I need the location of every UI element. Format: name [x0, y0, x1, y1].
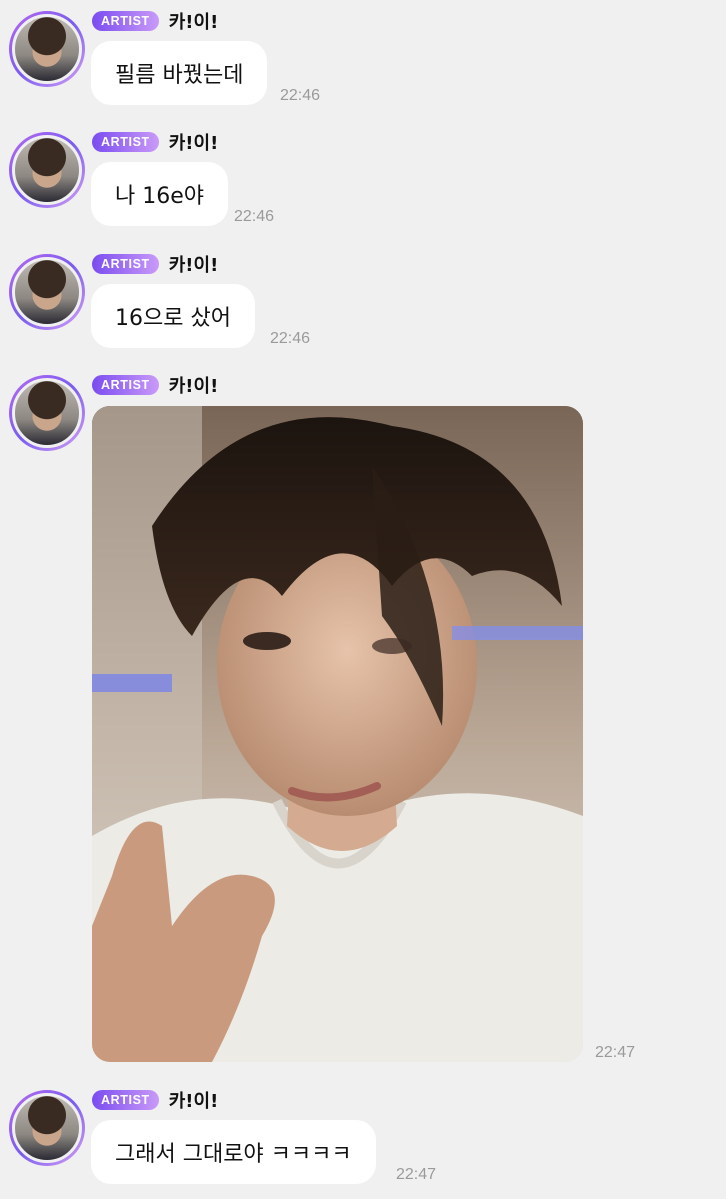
message-bubble[interactable]: 그래서 그대로야 ㅋㅋㅋㅋ	[91, 1120, 376, 1184]
avatar[interactable]	[9, 254, 85, 330]
avatar-photo	[12, 378, 82, 448]
sender-name[interactable]: 카!이!	[169, 8, 219, 34]
message-time: 22:47	[396, 1166, 437, 1183]
selfie-photo	[92, 406, 583, 1062]
sender-name[interactable]: 카!이!	[169, 129, 219, 155]
message-time: 22:47	[595, 1044, 636, 1061]
artist-badge: ARTIST	[92, 254, 159, 274]
message-header: ARTIST 카!이!	[92, 1087, 219, 1113]
message-header: ARTIST 카!이!	[92, 251, 219, 277]
avatar[interactable]	[9, 375, 85, 451]
photo-message[interactable]	[92, 406, 583, 1062]
sender-name[interactable]: 카!이!	[169, 1087, 219, 1113]
artist-badge: ARTIST	[92, 375, 159, 395]
message-header: ARTIST 카!이!	[92, 8, 219, 34]
message-time: 22:46	[280, 87, 321, 104]
message-header: ARTIST 카!이!	[92, 372, 219, 398]
avatar[interactable]	[9, 11, 85, 87]
avatar[interactable]	[9, 1090, 85, 1166]
sender-name[interactable]: 카!이!	[169, 372, 219, 398]
artist-badge: ARTIST	[92, 132, 159, 152]
message-time: 22:46	[270, 330, 311, 347]
message-bubble[interactable]: 필름 바꿨는데	[91, 41, 268, 105]
avatar-photo	[12, 14, 82, 84]
sender-name[interactable]: 카!이!	[169, 251, 219, 277]
message-bubble[interactable]: 16으로 샀어	[91, 284, 255, 348]
avatar-photo	[12, 135, 82, 205]
chat-thread: ARTIST 카!이! 필름 바꿨는데 22:46 ARTIST 카!이! 나 …	[0, 0, 726, 1199]
avatar[interactable]	[9, 132, 85, 208]
avatar-photo	[12, 257, 82, 327]
artist-badge: ARTIST	[92, 1090, 159, 1110]
avatar-photo	[12, 1093, 82, 1163]
message-header: ARTIST 카!이!	[92, 129, 219, 155]
artist-badge: ARTIST	[92, 11, 159, 31]
message-bubble[interactable]: 나 16e야	[91, 162, 229, 226]
message-time: 22:46	[234, 208, 275, 225]
